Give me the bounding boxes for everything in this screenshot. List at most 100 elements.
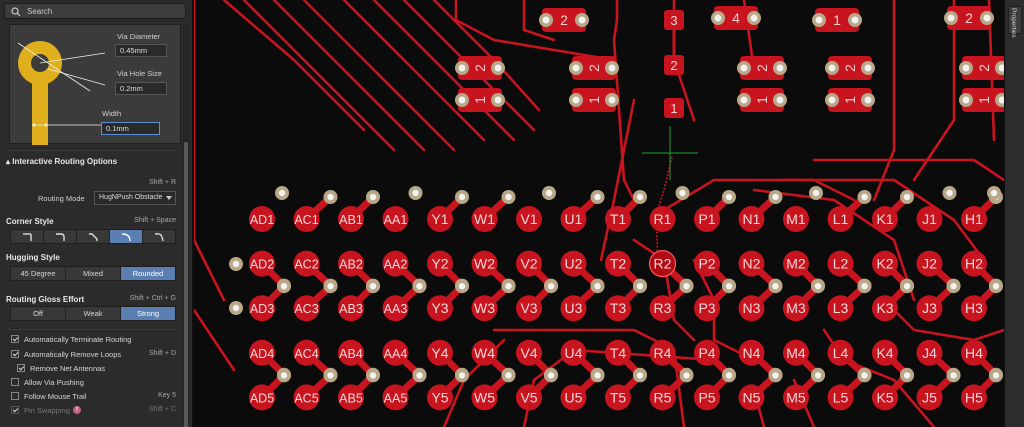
bga-pad-label: T5 [610,389,627,405]
bga-pad-label: H1 [965,211,983,227]
bga-pad-label: N3 [743,300,761,316]
pin-swapping-checkbox[interactable] [11,406,19,414]
hugging-mixed-button[interactable]: Mixed [66,267,121,280]
via-hole-field[interactable]: 0.2mm [115,82,167,95]
corner-any-button[interactable] [143,230,175,243]
pad-drill [851,16,859,24]
pcb-canvas[interactable]: 2 4 1 2 2 1 2 1 2 1 2 1 2 1 3 2 1 AD1 AD2 AD3 AD4 AD5 AC1 AC2 A… [194,0,1004,427]
bga-pad-label: V1 [520,211,537,227]
bga-pad-label: H4 [965,345,983,361]
via-drill [903,193,911,201]
via-hole-label: Via Hole Size [117,69,162,78]
corner-arc-button[interactable] [110,230,143,243]
bga-pad-label: L1 [833,211,849,227]
bga-pad-label: K3 [876,300,893,316]
pad-drill [494,96,502,104]
via-drill [814,372,822,379]
component-footprint: 2 [455,56,505,80]
corner-45-icon [89,232,98,241]
auto-remove-loops-checkbox[interactable] [11,350,19,358]
width-field[interactable]: 0.1mm [101,122,160,135]
via-drill [861,193,868,201]
via-drill [950,372,957,379]
bga-pad-label: J5 [922,389,937,405]
bga-pad-label: Y1 [431,211,448,227]
pad-drill [714,14,722,22]
routing-mode-shortcut: Shift + R [148,179,176,186]
bga-pad-label: R2 [654,256,672,272]
gloss-weak-button[interactable]: Weak [66,307,121,320]
via-drill [683,372,690,379]
corner-90-arc-button[interactable] [44,230,77,243]
via-diameter-field[interactable]: 0.45mm [115,44,167,57]
gloss-off-button[interactable]: Off [11,307,66,320]
pad-drill [828,96,836,104]
via-drill [812,189,820,197]
via-drill [594,372,601,379]
scrollbar-thumb[interactable] [184,142,188,427]
bga-pad-label: AB4 [339,347,363,361]
component-label: 2 [965,10,973,26]
bga-pad-label: Y2 [431,256,448,272]
corner-45-button[interactable] [77,230,110,243]
pad-drill [962,96,970,104]
via-drill [232,260,240,268]
width-label: Width [102,109,122,118]
pcb-layout[interactable]: 2 4 1 2 2 1 2 1 2 1 2 1 2 1 3 2 1 AD1 AD2 AD3 AD4 AD5 AC1 AC2 A… [194,0,1004,427]
bga-pad-label: W2 [474,256,495,272]
follow-mouse-trail-label: Follow Mouse Trail [24,392,87,401]
component-label: 1 [842,96,858,104]
component-footprint: 2 [825,56,875,80]
bga-pad-label: Y4 [431,345,448,361]
remove-antennas-checkbox[interactable] [17,364,25,372]
pin-marker-label: 1 [670,101,677,116]
component-footprint: 2 [959,56,1004,80]
panel-scrollbar[interactable] [183,24,189,427]
bga-pad-label: R3 [654,300,672,316]
corner-style-title: Corner Style [6,217,54,226]
bga-pad-label: AC2 [294,258,318,272]
gloss-effort-title: Routing Gloss Effort [6,295,85,304]
via-drill [232,304,240,312]
bga-pad-label: R5 [654,389,672,405]
follow-mouse-trail-checkbox[interactable] [11,392,19,400]
via-drill [327,283,334,290]
search-box[interactable]: Search [4,3,186,19]
bga-pad-label: H2 [965,256,983,272]
routing-mode-label: Routing Mode [38,194,85,203]
pad-drill [983,14,991,22]
via-drill [458,193,466,201]
bga-pad-label: U4 [565,345,583,361]
bga-pad-label: M5 [786,389,806,405]
warning-icon: ! [73,406,81,414]
auto-terminate-checkbox[interactable] [11,335,19,343]
properties-tab[interactable]: Properties [1008,6,1022,38]
bga-pad-label: AA5 [384,391,408,405]
component-label: 1 [754,96,770,104]
corner-any-icon [154,232,164,241]
via-drill [725,372,733,379]
via-drill [725,283,733,290]
routing-mode-dropdown[interactable]: HugNPush Obstacle [94,191,176,205]
hugging-rounded-button[interactable]: Rounded [121,267,175,280]
via-drill [903,283,911,290]
pcb-trace [454,0,616,62]
pcb-trace [872,0,896,202]
component-label: 4 [732,10,740,26]
bga-pad-label: AD2 [250,258,274,272]
pad-drill [864,96,872,104]
bga-pad-label: L4 [833,345,849,361]
allow-via-pushing-checkbox[interactable] [11,378,19,386]
via-drill [280,283,288,290]
routing-options-header[interactable]: ▴ Interactive Routing Options [6,157,117,166]
via-drill [505,372,512,379]
corner-90-button[interactable] [11,230,44,243]
bga-pad-label: AA4 [384,347,408,361]
pcb-trace [272,0,426,152]
hugging-45-button[interactable]: 45 Degree [11,267,66,280]
bga-pad-label: AB5 [339,391,363,405]
component-footprint: 2 [539,8,589,32]
component-label: 2 [586,64,602,72]
gloss-strong-button[interactable]: Strong [121,307,175,320]
pad-drill [962,64,970,72]
